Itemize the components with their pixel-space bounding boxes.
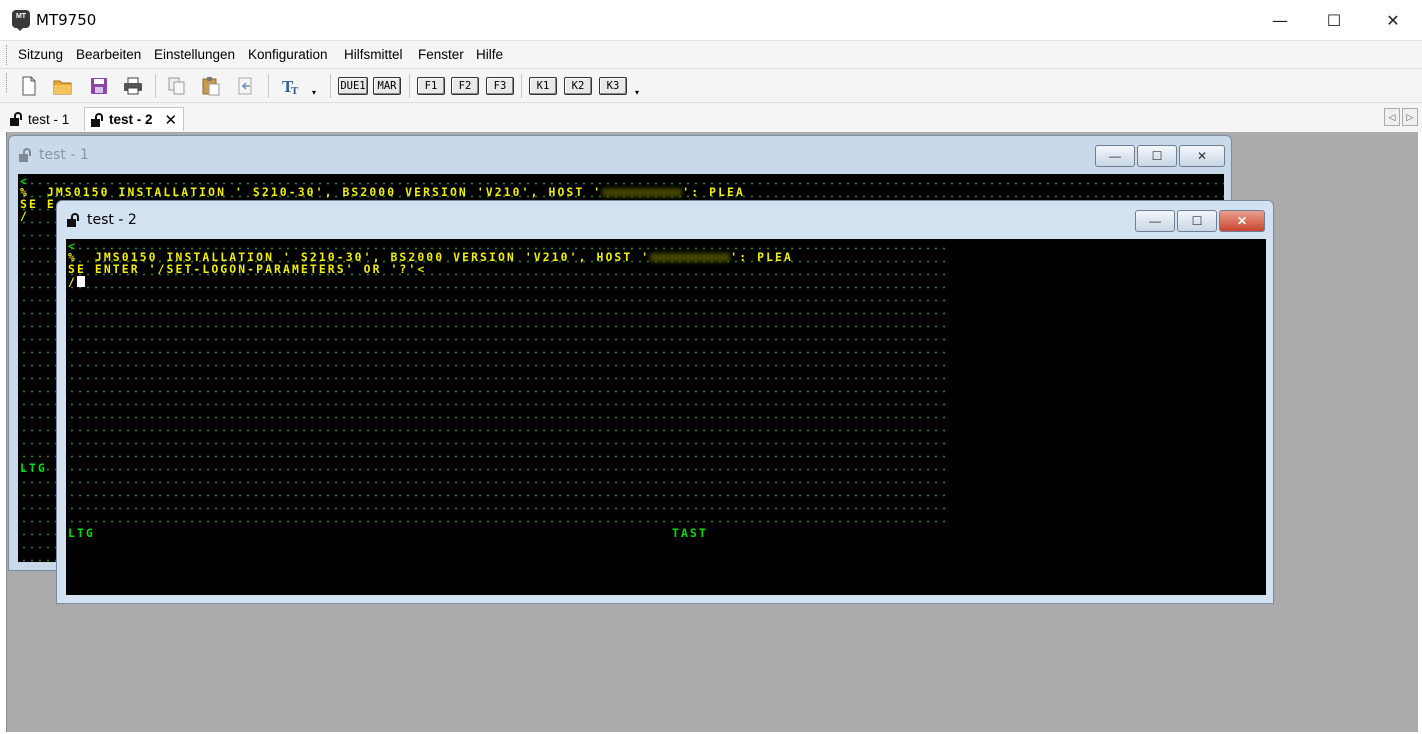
- tab-close-icon[interactable]: ✕: [165, 111, 178, 129]
- window-minimize-button[interactable]: —: [1095, 145, 1135, 167]
- unlocked-icon: [67, 213, 79, 227]
- window-title: test - 2: [67, 212, 137, 228]
- tab-label: test - 2: [109, 112, 153, 127]
- terminal-status-ltg: LTG: [68, 526, 95, 540]
- tab-test-1[interactable]: test - 1: [4, 107, 75, 131]
- terminal-line: SE ENTER '/SET-LOGON-PARAMETERS' OR '?'<: [68, 262, 427, 276]
- menu-einstellungen[interactable]: Einstellungen: [154, 47, 235, 62]
- menu-bar: Sitzung Bearbeiten Einstellungen Konfigu…: [0, 40, 1422, 68]
- copy-icon[interactable]: [166, 75, 188, 97]
- document-tab-bar: test - 1 test - 2 ✕ ◁ ▷: [0, 102, 1422, 132]
- terminal-text: % JMS0150 INSTALLATION ' S210-30', BS200…: [20, 185, 603, 199]
- unlocked-icon: [19, 148, 31, 162]
- key-f2-button[interactable]: F2: [451, 77, 479, 95]
- terminal-line: % JMS0150 INSTALLATION ' S210-30', BS200…: [20, 186, 745, 198]
- window-close-button[interactable]: ✕: [1179, 145, 1225, 167]
- paste-icon[interactable]: [200, 75, 222, 97]
- tab-label: test - 1: [28, 111, 70, 127]
- key-k2-button[interactable]: K2: [564, 77, 592, 95]
- terminal-status-ltg: LTG: [20, 461, 47, 475]
- window-title: test - 1: [19, 147, 89, 163]
- key-k1-button[interactable]: K1: [529, 77, 557, 95]
- menu-hilfe[interactable]: Hilfe: [476, 47, 503, 62]
- window-title-text: test - 1: [39, 147, 89, 163]
- toolbar-grip: [6, 73, 8, 93]
- maximize-button[interactable]: ☐: [1311, 4, 1357, 36]
- window-test-2[interactable]: test - 2 — ☐ ✕ < % JMS0150 INSTALLATION …: [56, 200, 1274, 604]
- terminal-prompt: /: [68, 275, 77, 289]
- window-maximize-button[interactable]: ☐: [1177, 210, 1217, 232]
- toolbar-separator: [330, 74, 331, 98]
- tab-scroll-left-button[interactable]: ◁: [1384, 108, 1400, 126]
- svg-text:T: T: [291, 85, 299, 97]
- window-maximize-button[interactable]: ☐: [1137, 145, 1177, 167]
- menu-sitzung[interactable]: Sitzung: [18, 47, 63, 62]
- menu-grip: [6, 45, 8, 65]
- keys-dropdown-arrow[interactable]: ▾: [635, 89, 643, 97]
- terminal-text: ': PLEA: [682, 185, 745, 199]
- terminal-text: ': PLEA: [730, 250, 793, 264]
- tab-scroll-right-button[interactable]: ▷: [1402, 108, 1418, 126]
- window-minimize-button[interactable]: —: [1135, 210, 1175, 232]
- menu-bearbeiten[interactable]: Bearbeiten: [76, 47, 141, 62]
- terminal-status-tast: TAST: [672, 526, 708, 540]
- tab-scroll-controls: ◁ ▷: [1384, 108, 1418, 126]
- new-file-icon[interactable]: [18, 75, 40, 97]
- paste-special-icon[interactable]: [234, 75, 256, 97]
- text-cursor: [76, 276, 85, 287]
- key-f1-button[interactable]: F1: [417, 77, 445, 95]
- title-bar: MT MT9750 — ☐ ✕: [0, 0, 1422, 40]
- terminal-grid: [66, 239, 946, 527]
- toolbar: TT ▾ DUE1 MAR F1 F2 F3 K1 K2 K3 ▾: [0, 68, 1422, 102]
- save-icon[interactable]: [88, 75, 110, 97]
- open-folder-icon[interactable]: [52, 75, 74, 97]
- print-icon[interactable]: [122, 75, 144, 97]
- terminal-app-icon: MT: [12, 10, 30, 31]
- redacted-host: [602, 188, 683, 197]
- redacted-host: [650, 253, 731, 262]
- key-mar-button[interactable]: MAR: [373, 77, 401, 95]
- app-title: MT9750: [36, 11, 97, 29]
- close-button[interactable]: ✕: [1370, 4, 1416, 36]
- toolbar-separator: [521, 74, 522, 98]
- unlocked-icon: [10, 112, 22, 126]
- key-k3-button[interactable]: K3: [599, 77, 627, 95]
- window-title-text: test - 2: [87, 212, 137, 228]
- unlocked-icon: [91, 112, 103, 127]
- menu-hilfsmittel[interactable]: Hilfsmittel: [344, 47, 403, 62]
- terminal-screen[interactable]: < % JMS0150 INSTALLATION ' S210-30', BS2…: [66, 239, 1266, 595]
- toolbar-separator: [268, 74, 269, 98]
- font-dropdown-arrow[interactable]: ▾: [312, 89, 320, 97]
- menu-fenster[interactable]: Fenster: [418, 47, 464, 62]
- terminal-input-line[interactable]: /: [68, 276, 85, 288]
- menu-konfiguration[interactable]: Konfiguration: [248, 47, 328, 62]
- toolbar-separator: [409, 74, 410, 98]
- toolbar-separator: [155, 74, 156, 98]
- key-due1-button[interactable]: DUE1: [338, 77, 368, 95]
- key-f3-button[interactable]: F3: [486, 77, 514, 95]
- terminal-line: /: [20, 209, 29, 223]
- window-close-button[interactable]: ✕: [1219, 210, 1265, 232]
- font-icon[interactable]: TT: [280, 75, 302, 97]
- tab-test-2[interactable]: test - 2 ✕: [84, 107, 185, 131]
- minimize-button[interactable]: —: [1257, 4, 1303, 36]
